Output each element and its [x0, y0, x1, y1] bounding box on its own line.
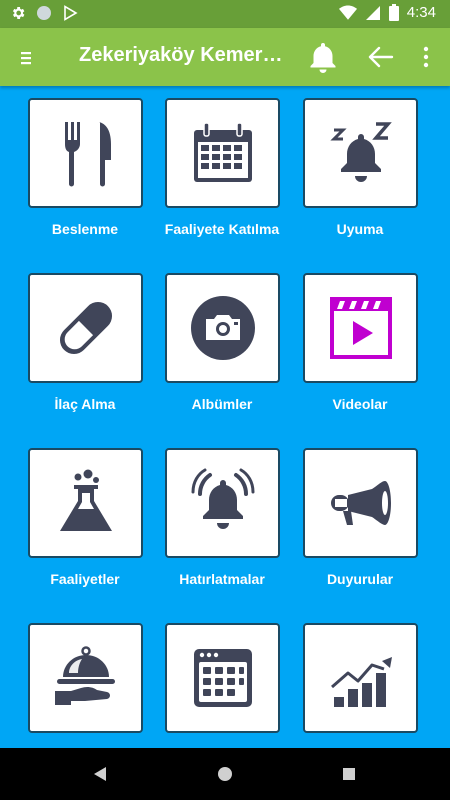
tile-label: İlaç Alma	[54, 396, 116, 412]
tile-faaliyete-katilma[interactable]	[165, 98, 280, 208]
video-icon	[329, 297, 392, 359]
wifi-icon	[338, 5, 357, 20]
tile-faaliyetler[interactable]	[28, 448, 143, 558]
nav-recents-button[interactable]	[337, 762, 361, 786]
megaphone-icon	[330, 481, 391, 525]
nav-home-button[interactable]	[213, 762, 237, 786]
nav-back-button[interactable]	[88, 762, 112, 786]
tile-beslenme[interactable]	[28, 98, 143, 208]
signal-icon	[365, 5, 380, 20]
square-recents-icon	[343, 768, 355, 780]
battery-icon	[388, 4, 399, 21]
status-bar: 4:34	[0, 0, 450, 28]
app-bar: Zekeriyaköy Kemerburgaz	[0, 28, 450, 86]
tile-label: Uyuma	[336, 221, 384, 237]
tile-ilac-alma[interactable]	[28, 273, 143, 383]
pill-icon	[59, 301, 112, 355]
tile-label: Hatırlatmalar	[179, 571, 265, 587]
circle-icon	[37, 6, 51, 20]
flask-icon	[59, 469, 112, 531]
fork-knife-icon	[64, 122, 111, 187]
tile-food-tray[interactable]	[28, 623, 143, 733]
sleeping-bell-icon	[329, 122, 392, 182]
growth-chart-icon	[330, 657, 392, 707]
alarm-bell-icon	[191, 468, 254, 529]
navigation-bar	[0, 748, 450, 800]
more-vertical-icon	[423, 46, 429, 68]
tile-videolar[interactable]	[303, 273, 418, 383]
tile-uyuma[interactable]	[303, 98, 418, 208]
bell-icon	[310, 43, 336, 73]
clock: 4:34	[406, 4, 436, 21]
tile-label: Beslenme	[51, 221, 119, 237]
tile-label: Videolar	[332, 396, 388, 412]
tile-calendar-grid[interactable]	[165, 623, 280, 733]
play-store-icon	[64, 5, 78, 21]
menu-button[interactable]	[12, 44, 40, 72]
settings-icon	[12, 7, 25, 19]
notifications-button[interactable]	[306, 40, 340, 74]
tile-hatirlatmalar[interactable]	[165, 448, 280, 558]
tile-label: Faaliyetler	[50, 571, 120, 587]
camera-icon	[190, 296, 255, 360]
circle-home-icon	[218, 767, 232, 781]
back-button[interactable]	[366, 42, 396, 72]
more-options-button[interactable]	[416, 42, 436, 72]
app-title: Zekeriyaköy Kemerburgaz	[79, 44, 284, 66]
calendar-icon	[193, 122, 252, 182]
calendar-grid-icon	[193, 649, 252, 707]
food-tray-icon	[54, 646, 115, 705]
tile-growth-chart[interactable]	[303, 623, 418, 733]
menu-icon	[21, 52, 31, 65]
tile-label: Faaliyete Katılma	[164, 221, 280, 237]
tile-duyurular[interactable]	[303, 448, 418, 558]
triangle-back-icon	[94, 767, 106, 781]
tile-label: Duyurular	[326, 571, 394, 587]
arrow-left-icon	[368, 46, 394, 68]
tile-label: Albümler	[191, 396, 253, 412]
menu-grid: Beslenme Faaliyete Katılma Uyuma İlaç Al…	[0, 86, 450, 748]
tile-albumler[interactable]	[165, 273, 280, 383]
